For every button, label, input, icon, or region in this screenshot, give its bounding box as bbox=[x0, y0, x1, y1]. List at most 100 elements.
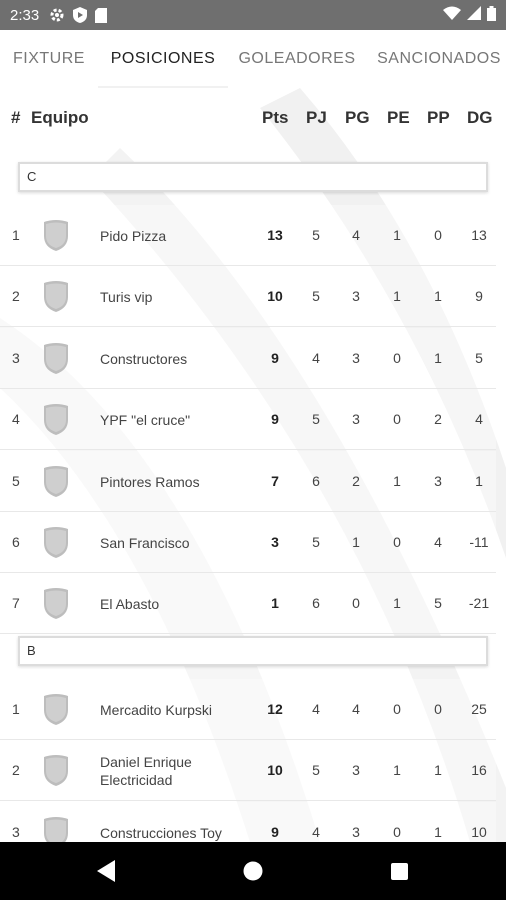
row-pj: 5 bbox=[312, 227, 320, 243]
row-team-name: Pintores Ramos bbox=[100, 473, 200, 490]
row-pj: 4 bbox=[312, 349, 320, 366]
team-shield-icon bbox=[42, 816, 70, 842]
group-header: B bbox=[18, 636, 488, 666]
table-row[interactable]: 7 El Abasto 1 6 0 1 5 -21 bbox=[0, 573, 496, 635]
row-pp: 0 bbox=[434, 227, 442, 243]
table-row[interactable]: 5 Pintores Ramos 7 6 2 1 3 1 bbox=[0, 450, 496, 512]
row-pj: 5 bbox=[312, 534, 320, 550]
row-pg: 3 bbox=[352, 762, 360, 779]
table-header: # Equipo Pts PJ PG PE PP DG bbox=[0, 96, 506, 140]
row-pp: 1 bbox=[434, 762, 442, 779]
row-position: 2 bbox=[12, 762, 20, 779]
table-row[interactable]: 2 Daniel Enrique Electricidad 10 5 3 1 1 16 bbox=[0, 740, 496, 802]
status-time: 2:33 bbox=[10, 6, 40, 24]
row-team-name: YPF "el cruce" bbox=[100, 412, 191, 429]
standings-list[interactable]: C 1 Pido Pizza 13 5 4 1 0 13 2 Turis vip 10 5 3 1 1 9 3 Co… bbox=[0, 150, 506, 842]
row-pp: 2 bbox=[434, 411, 442, 428]
header-rank: # bbox=[11, 108, 21, 127]
team-shield-icon bbox=[42, 219, 70, 251]
row-dg: -21 bbox=[468, 595, 490, 612]
row-pts: 13 bbox=[267, 227, 283, 243]
row-pj: 4 bbox=[312, 823, 320, 840]
tab-bar: FIXTURE POSICIONES GOLEADORES SANCIONADO… bbox=[0, 30, 506, 88]
table-row[interactable]: 1 Mercadito Kurpski 12 4 4 0 0 25 bbox=[0, 679, 496, 740]
row-dg: 16 bbox=[471, 762, 487, 779]
table-row[interactable]: 3 Constructores 9 4 3 0 1 5 bbox=[0, 327, 496, 389]
team-shield-icon bbox=[42, 342, 70, 374]
row-pp: 5 bbox=[434, 595, 442, 612]
team-shield-icon bbox=[42, 693, 70, 725]
row-position: 2 bbox=[12, 288, 20, 305]
back-icon[interactable] bbox=[97, 860, 115, 882]
row-position: 6 bbox=[12, 534, 20, 550]
table-row[interactable]: 4 YPF "el cruce" 9 5 3 0 2 4 bbox=[0, 389, 496, 451]
row-team-name: San Francisco bbox=[100, 535, 190, 551]
row-pg: 4 bbox=[352, 227, 360, 243]
row-dg: 13 bbox=[471, 227, 487, 243]
header-pg: PG bbox=[345, 108, 370, 127]
row-pe: 0 bbox=[393, 701, 401, 717]
tab-fixture[interactable]: FIXTURE bbox=[6, 30, 92, 88]
header-team: Equipo bbox=[31, 108, 89, 127]
row-pg: 3 bbox=[352, 823, 360, 840]
row-position: 4 bbox=[12, 411, 20, 428]
row-pts: 7 bbox=[271, 472, 279, 489]
row-pe: 0 bbox=[393, 534, 401, 550]
table-row[interactable]: 3 Construcciones Toy 9 4 3 0 1 10 bbox=[0, 801, 496, 842]
row-dg: 5 bbox=[475, 349, 483, 366]
navigation-bar bbox=[0, 842, 506, 900]
row-team-name: Constructores bbox=[100, 350, 188, 367]
recents-icon[interactable] bbox=[391, 863, 408, 880]
wifi-icon bbox=[443, 6, 461, 24]
row-pj: 6 bbox=[312, 595, 320, 612]
tab-posiciones[interactable]: POSICIONES bbox=[98, 30, 228, 88]
row-pe: 1 bbox=[393, 227, 401, 243]
row-pg: 0 bbox=[352, 595, 360, 612]
row-pg: 3 bbox=[352, 349, 360, 366]
row-pj: 5 bbox=[312, 411, 320, 428]
row-position: 5 bbox=[12, 472, 20, 489]
row-pts: 1 bbox=[271, 595, 279, 612]
row-pts: 9 bbox=[271, 349, 279, 366]
row-pj: 4 bbox=[312, 701, 320, 717]
sd-card-icon bbox=[95, 7, 108, 23]
row-pp: 3 bbox=[434, 472, 442, 489]
table-row[interactable]: 2 Turis vip 10 5 3 1 1 9 bbox=[0, 266, 496, 328]
header-pj: PJ bbox=[306, 108, 327, 127]
row-pp: 1 bbox=[434, 288, 442, 305]
row-pj: 6 bbox=[312, 472, 320, 489]
row-pe: 0 bbox=[393, 411, 401, 428]
row-team-name: Daniel Enrique Electricidad bbox=[100, 754, 192, 789]
header-pp: PP bbox=[427, 108, 450, 127]
row-pg: 4 bbox=[352, 701, 360, 717]
team-shield-icon bbox=[42, 754, 70, 787]
table-row[interactable]: 6 San Francisco 3 5 1 0 4 -11 bbox=[0, 512, 496, 573]
team-shield-icon bbox=[42, 280, 70, 313]
tab-goleadores[interactable]: GOLEADORES bbox=[234, 30, 360, 88]
row-dg: 1 bbox=[475, 472, 483, 489]
row-pg: 3 bbox=[352, 288, 360, 305]
settings-icon bbox=[49, 7, 65, 23]
signal-icon bbox=[467, 6, 481, 24]
row-pe: 1 bbox=[393, 595, 401, 612]
tab-sancionados[interactable]: SANCIONADOS bbox=[372, 30, 506, 88]
row-team-name: Pido Pizza bbox=[100, 228, 167, 244]
row-pp: 1 bbox=[434, 823, 442, 840]
row-position: 1 bbox=[12, 701, 20, 717]
header-dg: DG bbox=[467, 108, 493, 127]
team-shield-icon bbox=[42, 587, 70, 620]
status-bar: 2:33 bbox=[0, 0, 506, 30]
team-shield-icon bbox=[42, 465, 70, 497]
row-pp: 1 bbox=[434, 349, 442, 366]
row-pe: 0 bbox=[393, 349, 401, 366]
header-pe: PE bbox=[387, 108, 410, 127]
row-position: 3 bbox=[12, 823, 20, 840]
row-pe: 1 bbox=[393, 472, 401, 489]
row-pj: 5 bbox=[312, 762, 320, 779]
row-pp: 0 bbox=[434, 701, 442, 717]
play-protect-icon bbox=[73, 7, 88, 23]
row-pts: 10 bbox=[267, 762, 283, 779]
table-row[interactable]: 1 Pido Pizza 13 5 4 1 0 13 bbox=[0, 205, 496, 266]
home-icon[interactable] bbox=[243, 861, 263, 881]
row-pj: 5 bbox=[312, 288, 320, 305]
